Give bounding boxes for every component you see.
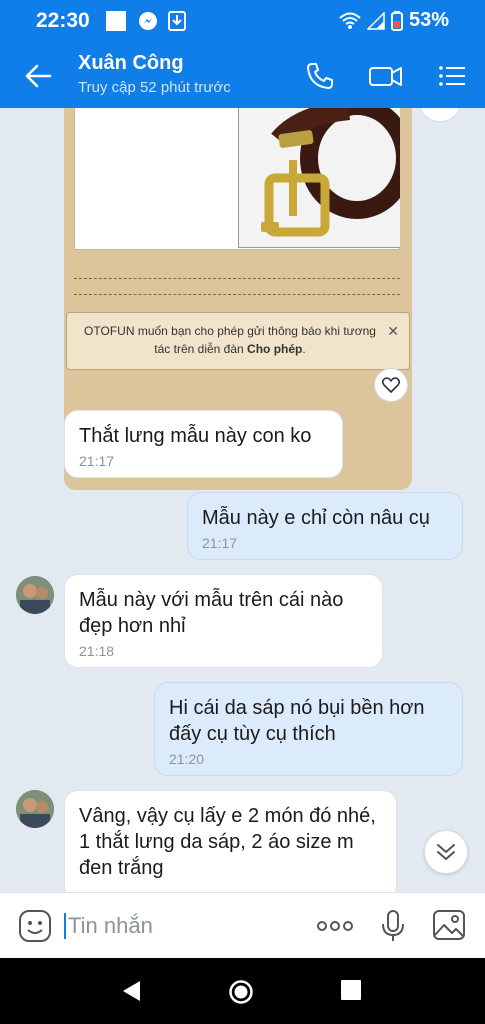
messenger-icon xyxy=(139,12,157,30)
status-bar: 22:30 53% xyxy=(0,0,485,42)
avatar[interactable] xyxy=(16,790,54,828)
battery-percent: 53% xyxy=(408,9,449,31)
contact-last-seen: Truy cập 52 phút trước xyxy=(78,79,231,96)
message-bubble-incoming[interactable]: Mẫu này với mẫu trên cái nào đẹp hơn nhỉ… xyxy=(64,574,383,668)
status-indicators: 53% xyxy=(339,9,449,32)
notice-close-button[interactable]: ✕ xyxy=(387,322,399,340)
message-time: 21:17 xyxy=(202,535,238,551)
nav-home-icon[interactable] xyxy=(228,979,254,1005)
reaction-button[interactable] xyxy=(420,108,460,122)
divider xyxy=(74,294,400,295)
wifi-icon xyxy=(339,12,361,29)
chat-header: Xuân Công Truy cập 52 phút trước xyxy=(0,42,485,108)
message-time: 21:17 xyxy=(79,453,115,469)
divider xyxy=(74,278,400,279)
notice-text: OTOFUN muốn bạn cho phép gửi thông báo k… xyxy=(84,324,376,356)
message-time: 21:18 xyxy=(79,643,115,659)
double-chevron-down-icon xyxy=(437,844,455,860)
chat-messages[interactable]: OTOFUN muốn bạn cho phép gửi thông báo k… xyxy=(0,108,485,892)
microphone-icon[interactable] xyxy=(380,909,406,943)
sticker-icon[interactable] xyxy=(18,909,52,943)
notice-period: . xyxy=(302,342,306,356)
belt-product-image[interactable] xyxy=(238,108,400,248)
battery-icon xyxy=(390,10,403,31)
message-text: Thắt lưng mẫu này con ko xyxy=(79,425,312,447)
avatar[interactable] xyxy=(16,576,54,614)
allow-link[interactable]: Cho phép xyxy=(247,342,302,356)
message-text: Vâng, vậy cụ lấy e 2 món đó nhé, 1 thắt … xyxy=(79,805,376,879)
contact-name[interactable]: Xuân Công xyxy=(78,52,184,75)
text-cursor xyxy=(64,913,66,939)
notification-app-icon xyxy=(106,11,126,31)
message-text: Hi cái da sáp nó bụi bền hơn đấy cụ tùy … xyxy=(169,697,425,745)
image-gallery-icon[interactable] xyxy=(432,909,466,941)
permission-notice: OTOFUN muốn bạn cho phép gửi thông báo k… xyxy=(66,312,410,370)
back-arrow-icon[interactable] xyxy=(22,60,54,92)
message-text: Mẫu này với mẫu trên cái nào đẹp hơn nhỉ xyxy=(79,589,344,637)
message-bubble-incoming[interactable]: Vâng, vậy cụ lấy e 2 món đó nhé, 1 thắt … xyxy=(64,790,397,892)
signal-icon xyxy=(366,11,385,30)
message-time: 21:20 xyxy=(169,751,205,767)
phone-call-icon[interactable] xyxy=(304,60,336,92)
video-call-icon[interactable] xyxy=(368,60,404,92)
react-heart-button[interactable] xyxy=(374,368,408,402)
message-bubble-outgoing[interactable]: Mẫu này e chỉ còn nâu cụ 21:17 xyxy=(187,492,463,560)
download-icon xyxy=(168,11,186,31)
message-composer: Tin nhắn xyxy=(0,892,485,958)
message-input[interactable]: Tin nhắn xyxy=(68,913,153,939)
heart-icon xyxy=(382,377,400,393)
nav-back-icon[interactable] xyxy=(120,979,142,1003)
message-bubble-outgoing[interactable]: Hi cái da sáp nó bụi bền hơn đấy cụ tùy … xyxy=(154,682,463,776)
nav-recents-icon[interactable] xyxy=(340,979,362,1001)
message-bubble-incoming[interactable]: Thắt lưng mẫu này con ko 21:17 xyxy=(64,410,343,478)
status-time: 22:30 xyxy=(36,9,90,32)
more-options-icon[interactable] xyxy=(316,919,354,933)
scroll-to-bottom-button[interactable] xyxy=(424,830,468,874)
menu-list-icon[interactable] xyxy=(436,60,468,92)
system-navigation-bar xyxy=(0,958,485,1024)
message-text: Mẫu này e chỉ còn nâu cụ xyxy=(202,507,430,529)
